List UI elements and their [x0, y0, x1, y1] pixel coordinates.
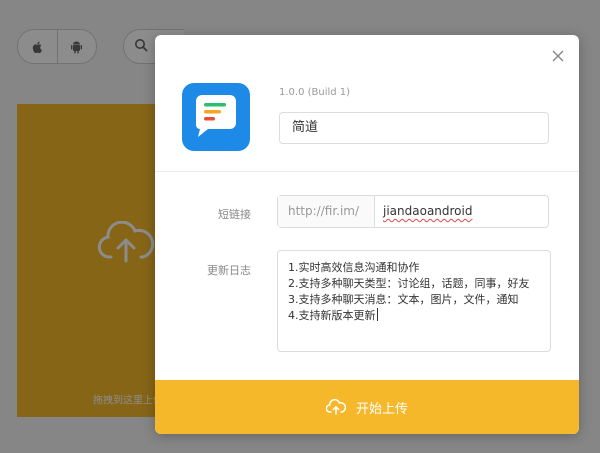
short-link-input[interactable]: jiandaoandroid — [375, 196, 548, 227]
section-divider — [155, 171, 579, 172]
app-name-input[interactable]: 简道 — [279, 112, 549, 144]
short-link-prefix: http://fir.im/ — [278, 196, 375, 227]
changelog-line: 2.支持多种聊天类型：讨论组，话题，同事，好友 — [288, 277, 530, 290]
upload-dialog: 1.0.0 (Build 1) 简道 短链接 http://fir.im/ ji… — [155, 35, 579, 434]
changelog-line: 1.实时高效信息沟通和协作 — [288, 261, 420, 274]
short-link-field: http://fir.im/ jiandaoandroid — [277, 195, 549, 228]
chat-bubble-icon — [196, 95, 236, 137]
text-caret — [376, 308, 378, 321]
changelog-textarea[interactable]: 1.实时高效信息沟通和协作 2.支持多种聊天类型：讨论组，话题，同事，好友 3.… — [277, 250, 551, 352]
changelog-line: 4.支持新版本更新 — [288, 309, 376, 322]
start-upload-label: 开始上传 — [355, 401, 408, 417]
changelog-line: 3.支持多种聊天消息：文本，图片，文件，通知 — [288, 293, 519, 306]
start-upload-button[interactable]: 开始上传 — [155, 380, 579, 434]
app-version: 1.0.0 (Build 1) — [279, 87, 351, 98]
changelog-label: 更新日志 — [207, 264, 251, 277]
changelog-line-last: 4.支持新版本更新 — [288, 308, 540, 324]
close-icon[interactable] — [551, 49, 565, 63]
upload-icon — [325, 399, 346, 415]
short-link-label: 短链接 — [218, 208, 251, 221]
app-icon — [182, 83, 250, 151]
